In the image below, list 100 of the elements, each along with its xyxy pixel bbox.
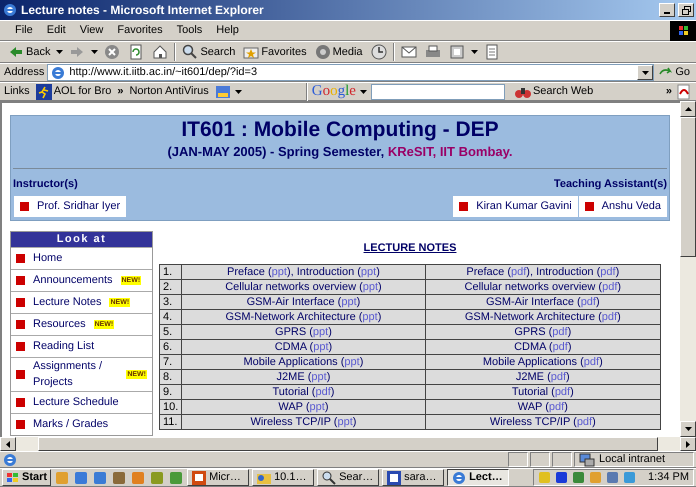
link[interactable]: pdf: [315, 386, 331, 398]
link[interactable]: pdf: [550, 370, 566, 382]
media-button[interactable]: Media: [312, 42, 365, 62]
history-button[interactable]: [368, 42, 389, 62]
magnifier-icon: [321, 470, 338, 486]
table-cell: 11.: [160, 414, 182, 430]
dropdown-caret-icon[interactable]: [360, 90, 367, 94]
google-logo[interactable]: Google: [312, 80, 356, 103]
table-cell: GSM-Network Architecture (pdf): [425, 310, 660, 324]
taskbar-button[interactable]: Sear…: [317, 469, 380, 486]
bullet-icon: [16, 370, 25, 378]
pdf-icon[interactable]: [676, 84, 692, 100]
link[interactable]: ppt: [272, 266, 287, 278]
tray-icon[interactable]: [572, 471, 586, 484]
start-button[interactable]: Start: [2, 469, 52, 486]
search-web-button[interactable]: Search Web: [512, 82, 596, 102]
taskbar-button[interactable]: Micr…: [187, 469, 250, 486]
vertical-scrollbar[interactable]: [680, 101, 696, 437]
link[interactable]: ppt: [341, 296, 357, 308]
table-cell: 7.: [160, 354, 182, 370]
tray-icon[interactable]: [606, 471, 620, 484]
sidebar-item[interactable]: Lecture Schedule: [11, 390, 152, 412]
sidebar-item[interactable]: Home: [11, 246, 152, 268]
link[interactable]: ppt: [344, 356, 360, 368]
link[interactable]: pdf: [584, 356, 600, 368]
table-cell: Preface (pdf), Introduction (pdf): [425, 264, 660, 280]
menu-item[interactable]: View: [72, 22, 110, 39]
restore-button[interactable]: [678, 3, 694, 17]
table-cell: 4.: [160, 310, 182, 324]
link[interactable]: ppt: [337, 416, 353, 428]
link[interactable]: ppt: [362, 310, 378, 322]
dropdown-caret-icon[interactable]: [91, 50, 98, 54]
link[interactable]: ppt: [311, 370, 327, 382]
launch-icon[interactable]: [111, 470, 128, 486]
table-cell: WAP (pdf): [425, 400, 660, 414]
chevron[interactable]: »: [666, 83, 672, 100]
dropdown-button[interactable]: [637, 65, 654, 80]
link[interactable]: pdf: [552, 340, 568, 352]
taskbar-button[interactable]: sara…: [382, 469, 444, 486]
window-title: Lecture notes - Microsoft Internet Explorer: [21, 2, 265, 19]
person-entry[interactable]: Kiran Kumar Gavini: [452, 196, 578, 216]
link[interactable]: ppt: [310, 400, 325, 412]
back-button[interactable]: Back: [6, 42, 52, 62]
dropdown-caret-icon[interactable]: [56, 50, 64, 54]
link[interactable]: pdf: [602, 310, 618, 322]
section-heading[interactable]: LECTURE NOTES: [159, 240, 661, 256]
link[interactable]: ppt: [312, 326, 328, 338]
bullet-icon: [16, 276, 25, 284]
search-button[interactable]: Search: [180, 42, 238, 62]
tray-icon[interactable]: [555, 471, 568, 484]
link[interactable]: pdf: [552, 326, 568, 338]
table-cell: WAP (ppt): [182, 400, 426, 414]
browser-icon: [451, 470, 468, 486]
link[interactable]: ppt: [313, 340, 329, 352]
launch-icon[interactable]: [92, 470, 108, 486]
browser-icon: [2, 2, 18, 18]
menu-item[interactable]: Edit: [40, 22, 73, 39]
launch-icon[interactable]: [73, 470, 90, 486]
bullet-icon: [20, 202, 29, 211]
windows-flag-icon: [6, 472, 20, 484]
table-cell: 10.: [160, 400, 182, 414]
address-field[interactable]: http://www.it.iitb.ac.in/~it601/dep/?id=3: [47, 64, 654, 81]
bullet-icon: [16, 342, 25, 350]
media-icon: [314, 44, 331, 60]
link-button[interactable]: Norton AntiVirus: [127, 82, 211, 102]
link[interactable]: ppt: [362, 280, 378, 292]
link[interactable]: ppt: [360, 266, 376, 278]
link[interactable]: pdf: [602, 280, 618, 292]
link[interactable]: pdf: [511, 266, 526, 278]
taskbar-button[interactable]: 10.1…: [252, 469, 314, 486]
people-heading: Instructor(s): [13, 176, 79, 192]
dropdown-caret-icon[interactable]: [470, 50, 478, 54]
sidebar-item[interactable]: Marks / Grades: [11, 412, 152, 434]
minimize-button[interactable]: [659, 3, 675, 17]
go-button[interactable]: Go: [657, 62, 692, 82]
search-field[interactable]: [370, 84, 505, 100]
sidebar-item[interactable]: Reading List: [11, 334, 152, 356]
link[interactable]: pdf: [600, 266, 616, 278]
table-cell: 1.: [160, 264, 182, 280]
link[interactable]: pdf: [554, 386, 570, 398]
taskbar-button[interactable]: Lect…: [447, 469, 510, 486]
link[interactable]: pdf: [580, 296, 596, 308]
refresh-icon: [128, 44, 144, 60]
printer-icon: [424, 44, 441, 60]
link[interactable]: pdf: [548, 400, 564, 412]
link[interactable]: pdf: [576, 416, 592, 428]
table-cell: Mobile Applications (pdf): [425, 354, 660, 370]
menu-item[interactable]: Favorites: [110, 22, 170, 39]
menu-item[interactable]: File: [8, 22, 40, 39]
favorites-button[interactable]: Favorites: [241, 42, 309, 62]
chevron[interactable]: »: [117, 83, 124, 100]
menu-item[interactable]: Tools: [170, 22, 210, 39]
person-entry[interactable]: Prof. Sridhar Iyer: [13, 196, 126, 216]
person-entry[interactable]: Anshu Veda: [578, 196, 667, 216]
horizontal-scrollbar[interactable]: [0, 437, 696, 451]
menu-item[interactable]: Help: [209, 22, 246, 39]
home-icon: [152, 44, 168, 60]
dropdown-caret-icon[interactable]: [234, 90, 242, 94]
scroll-down-icon: [684, 427, 692, 431]
page-subtitle: (JAN-MAY 2005) - Spring Semester, KReSIT, IIT Bombay.: [166, 143, 514, 161]
